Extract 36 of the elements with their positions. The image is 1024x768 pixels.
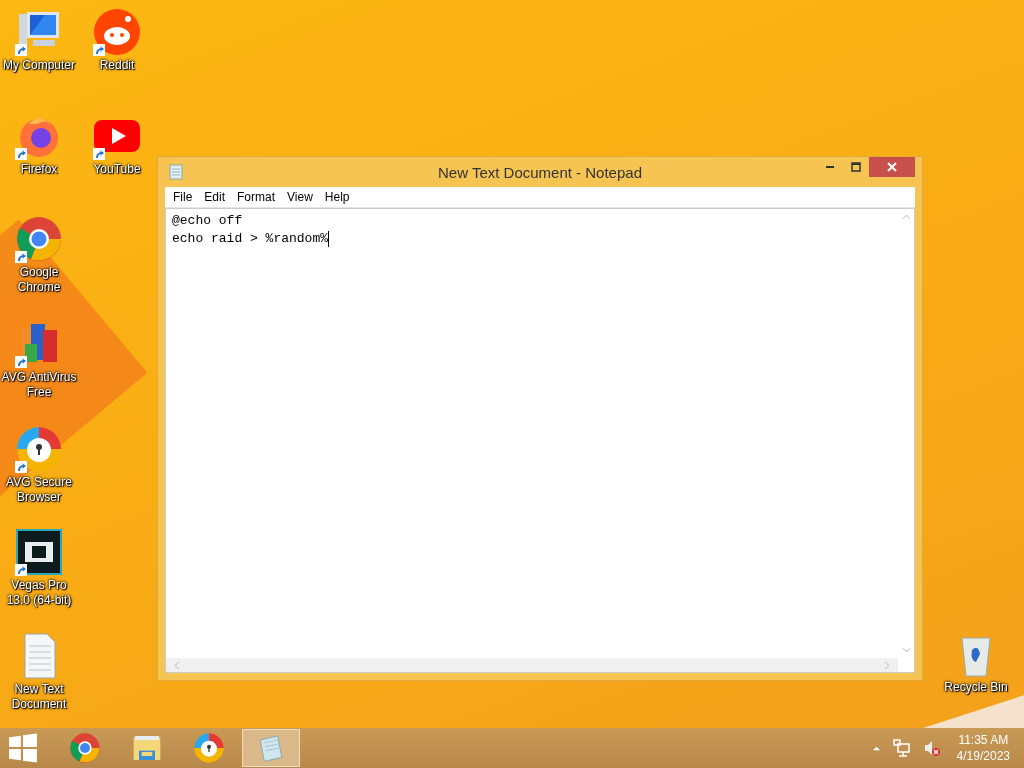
desktop-icon-label[interactable]: Reddit: [99, 58, 135, 73]
notepad-icon: [169, 164, 183, 180]
text-cursor: [328, 231, 330, 247]
close-icon: [887, 162, 897, 172]
menu-item[interactable]: Format: [231, 190, 282, 204]
desktop-icon-label[interactable]: AVG AntiVirus Free: [0, 370, 78, 400]
menu-item[interactable]: File: [167, 190, 199, 204]
keyhole-globe-icon: [193, 732, 225, 764]
clock[interactable]: 11:35 AM 4/19/2023: [946, 732, 1024, 764]
chrome-logo-icon[interactable]: [15, 215, 63, 263]
speaker-muted-icon[interactable]: [922, 739, 941, 757]
desktop-icon-label[interactable]: Google Chrome: [0, 265, 78, 295]
keyhole-globe-icon[interactable]: [15, 425, 63, 473]
desktop-icon-label[interactable]: AVG Secure Browser: [0, 475, 78, 505]
maximize-icon: [851, 162, 861, 172]
desktop-icon-label[interactable]: Vegas Pro 13.0 (64-bit): [0, 578, 78, 608]
desktop-icon-label[interactable]: My Computer: [3, 58, 75, 73]
desktop-icon-label[interactable]: Firefox: [20, 162, 58, 177]
desktop-icon-label[interactable]: Recycle Bin: [944, 680, 1008, 695]
chrome-logo-icon: [69, 732, 101, 764]
clock-date: 4/19/2023: [956, 748, 1010, 764]
menu-item[interactable]: Edit: [198, 190, 232, 204]
close-button[interactable]: [869, 157, 915, 177]
minimize-icon: [826, 166, 834, 168]
text-line: @echo off: [172, 212, 243, 230]
alien-face-icon[interactable]: [93, 8, 141, 56]
desktop-icon-label[interactable]: New Text Document: [0, 682, 78, 712]
text-area[interactable]: @echo off echo raid > %random%: [165, 208, 915, 673]
desktop-icon-label[interactable]: YouTube: [93, 162, 141, 177]
text-line: echo raid > %random%: [172, 230, 329, 248]
menu-item[interactable]: View: [281, 190, 319, 204]
windows-start-icon[interactable]: [8, 733, 38, 763]
window-title: New Text Document - Notepad: [437, 163, 643, 181]
clock-time: 11:35 AM: [958, 732, 1009, 748]
network-icon[interactable]: [892, 739, 911, 757]
menu-item[interactable]: Help: [318, 190, 356, 204]
